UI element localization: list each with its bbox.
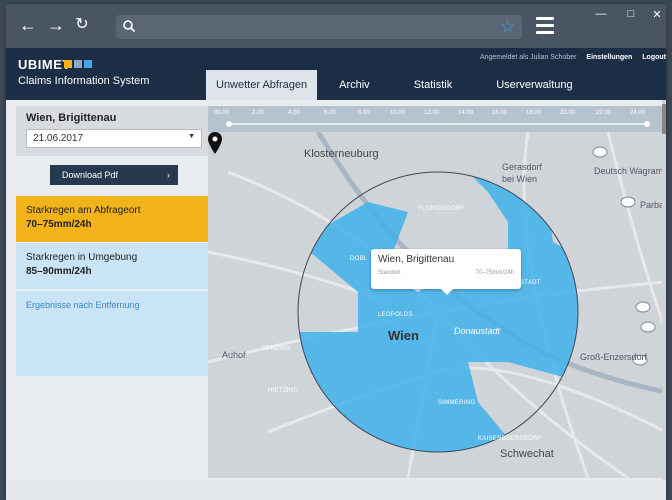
date-select[interactable]: 21.06.2017 ▼	[26, 129, 202, 148]
download-pdf-label: Download Pdf	[62, 170, 119, 180]
map-label-simmering: SIMMERING	[438, 400, 476, 406]
location-title: Wien, Brigittenau	[26, 112, 117, 124]
map-label-parbasdorf: Parba	[640, 200, 665, 210]
result-card-location[interactable]: Starkregen am Abfrageort 70–75mm/24h	[16, 196, 208, 242]
bookmark-star-icon[interactable]: ☆	[500, 17, 515, 37]
timeline-end-handle[interactable]	[644, 121, 650, 127]
location-pin-icon[interactable]	[208, 132, 222, 154]
map-label-dobling: DOBL	[350, 256, 368, 262]
timeline-tick: 00.00	[214, 110, 230, 116]
url-input[interactable]	[142, 18, 482, 36]
timeline-track	[226, 123, 650, 125]
maximize-icon[interactable]: □	[624, 8, 638, 20]
map-label-wien: Wien	[388, 328, 419, 343]
timeline-tick: 4.00	[288, 110, 300, 116]
time-slider[interactable]: 00.00 2.00 4.00 6.00 8.00 10.00 12.00 14…	[208, 106, 666, 132]
map-label-gerasdorf: Gerasdorf	[502, 162, 543, 172]
map-label-floridsdorf: FLORIDSDORF	[418, 206, 465, 212]
map-label-klosterneuburg: Klosterneuburg	[304, 148, 379, 160]
chevron-right-icon: ›	[167, 170, 170, 180]
map-label-kaiserebersdorf: KAISEREBERSDORF	[478, 436, 542, 442]
search-icon	[123, 20, 136, 33]
user-bar: Angemeldet als Julian Schober Einstellun…	[480, 54, 666, 61]
date-value: 21.06.2017	[33, 133, 84, 144]
card-value: 70–75mm/24h	[26, 219, 92, 230]
tab-statistik[interactable]: Statistik	[392, 70, 475, 100]
tab-archiv[interactable]: Archiv	[317, 70, 392, 100]
result-card-surroundings[interactable]: Starkregen in Umgebung 85–90mm/24h	[16, 243, 208, 289]
settings-link[interactable]: Einstellungen	[586, 54, 632, 61]
card-title: Starkregen am Abfrageort	[26, 205, 141, 216]
download-pdf-button[interactable]: Download Pdf ›	[50, 165, 178, 185]
timeline-tick: 18.00	[526, 110, 542, 116]
distance-results-link[interactable]: Ergebnisse nach Entfernung	[26, 300, 140, 310]
popup-title: Wien, Brigittenau	[378, 254, 455, 265]
timeline-tick: 20.00	[560, 110, 576, 116]
road-badges	[592, 146, 656, 366]
map-label-donaustadt: Donaustadt	[454, 326, 501, 336]
map-label-hietzing: HIETZING	[268, 388, 299, 394]
map-canvas	[208, 132, 666, 478]
hamburger-menu-icon[interactable]	[536, 17, 554, 35]
timeline-tick: 24.00	[630, 110, 646, 116]
reload-icon[interactable]: ↻	[72, 14, 92, 36]
sidebar: Wien, Brigittenau 21.06.2017 ▼ Download …	[16, 106, 208, 478]
forward-icon[interactable]: →	[46, 14, 66, 36]
map-label-bei-wien: bei Wien	[502, 174, 538, 184]
tab-userverwaltung[interactable]: Userverwaltung	[474, 70, 594, 100]
timeline-tick: 12.00	[424, 110, 440, 116]
map-label-stadt: STADT	[520, 280, 541, 286]
popup-row: Standort 70–75mm/24h	[378, 270, 514, 276]
popup-label: Standort	[378, 270, 401, 276]
address-bar[interactable]: ☆	[116, 15, 522, 39]
app-header: UBIMET Claims Information System Angemel…	[6, 48, 666, 100]
map-label-leopoldstadt: LEOPOLDS	[378, 312, 413, 318]
browser-window: ← → ↻ ☆ — □ ✕ UBIMET Claims Information …	[6, 4, 666, 500]
map-label-penzing: PENZING	[262, 346, 291, 352]
timeline-tick: 10.00	[390, 110, 406, 116]
brand-logo-squares	[64, 60, 92, 68]
location-box: Wien, Brigittenau 21.06.2017 ▼	[16, 106, 208, 156]
timeline-start-handle[interactable]	[226, 121, 232, 127]
map-label-gross-enzersdorf: Groß-Enzersdorf	[580, 352, 648, 362]
back-icon[interactable]: ←	[18, 14, 38, 36]
map-label-schwechat: Schwechat	[500, 448, 554, 460]
browser-toolbar: ← → ↻ ☆ — □ ✕	[6, 4, 666, 48]
tab-unwetter-abfragen[interactable]: Unwetter Abfragen	[206, 70, 318, 100]
logged-in-user: Angemeldet als Julian Schober	[479, 54, 577, 61]
card-title: Starkregen in Umgebung	[26, 252, 138, 263]
logout-link[interactable]: Logout	[642, 54, 666, 61]
minimize-icon[interactable]: —	[594, 8, 608, 20]
map-view[interactable]: 00.00 2.00 4.00 6.00 8.00 10.00 12.00 14…	[208, 106, 666, 478]
app-subtitle: Claims Information System	[18, 75, 150, 87]
main-tabs: Unwetter Abfragen Archiv Statistik Userv…	[206, 70, 595, 100]
location-popup[interactable]: Wien, Brigittenau Standort 70–75mm/24h	[371, 249, 521, 295]
map-label-auhof: Auhof	[222, 350, 246, 360]
close-icon[interactable]: ✕	[650, 8, 664, 21]
scrollbar-thumb[interactable]	[662, 104, 666, 134]
rain-area	[298, 172, 578, 452]
map-label-deutsch-wagram: Deutsch Wagram	[594, 166, 664, 176]
distance-results-panel: Ergebnisse nach Entfernung	[16, 290, 208, 376]
card-value: 85–90mm/24h	[26, 266, 92, 277]
popup-value: 70–75mm/24h	[475, 270, 514, 276]
timeline-tick: 14.00	[458, 110, 474, 116]
footer-bar	[6, 480, 666, 500]
timeline-tick: 2.00	[252, 110, 264, 116]
page-scrollbar[interactable]	[662, 100, 666, 480]
timeline-tick: 16.00	[492, 110, 508, 116]
timeline-tick: 6.00	[324, 110, 336, 116]
timeline-tick: 8.00	[358, 110, 370, 116]
caret-down-icon: ▼	[188, 133, 195, 140]
timeline-tick: 22.00	[596, 110, 612, 116]
brand-logo: UBIMET	[18, 57, 71, 72]
